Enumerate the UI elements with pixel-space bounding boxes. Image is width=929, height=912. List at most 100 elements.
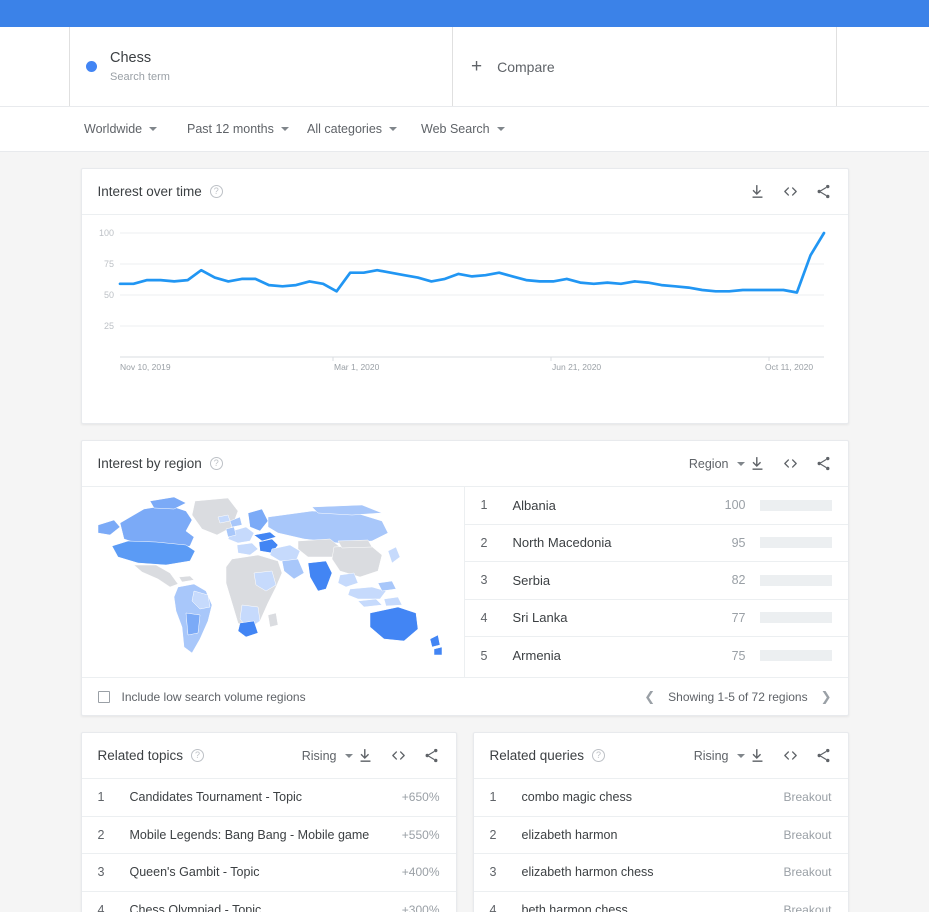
embed-icon[interactable] bbox=[782, 183, 799, 200]
related-topics-card: Related topics ? Rising 1 Candidates Tou… bbox=[80, 732, 457, 912]
compare-label: Compare bbox=[497, 58, 555, 75]
region-rank: 1 bbox=[480, 498, 488, 513]
list-item[interactable]: 2 elizabeth harmon Breakout bbox=[473, 817, 848, 854]
chart-x-axis-labels: Nov 10, 2019 Mar 1, 2020 Jun 21, 2020 Oc… bbox=[120, 362, 813, 372]
search-term-label: Chess bbox=[110, 49, 152, 66]
help-icon[interactable]: ? bbox=[209, 457, 223, 470]
region-value: 82 bbox=[731, 573, 746, 588]
query-name: combo magic chess bbox=[521, 790, 632, 805]
list-item[interactable]: 1 combo magic chess Breakout bbox=[473, 779, 848, 817]
chart-tick-marks bbox=[332, 357, 769, 361]
topic-name: Queen's Gambit - Topic bbox=[129, 865, 260, 880]
region-value: 95 bbox=[731, 535, 746, 550]
help-icon[interactable]: ? bbox=[191, 749, 205, 762]
list-item[interactable]: 2 Mobile Legends: Bang Bang - Mobile gam… bbox=[81, 817, 456, 854]
interest-by-region-title: Interest by region bbox=[97, 456, 202, 471]
query-rank: 3 bbox=[489, 865, 497, 880]
svg-text:50: 50 bbox=[103, 290, 113, 300]
query-growth: Breakout bbox=[783, 902, 832, 912]
list-item[interactable]: 3 elizabeth harmon chess Breakout bbox=[473, 854, 848, 892]
svg-text:25: 25 bbox=[103, 321, 113, 331]
chevron-down-icon bbox=[736, 461, 745, 466]
download-icon[interactable] bbox=[749, 747, 766, 764]
related-queries-selector[interactable]: Rising bbox=[694, 749, 745, 763]
embed-icon[interactable] bbox=[782, 455, 799, 472]
download-icon[interactable] bbox=[749, 183, 766, 200]
chevron-down-icon bbox=[496, 127, 505, 131]
topic-name: Chess Olympiad - Topic bbox=[129, 902, 262, 912]
region-selector-label: Region bbox=[688, 456, 729, 471]
chevron-down-icon bbox=[280, 127, 289, 131]
chevron-down-icon bbox=[344, 753, 353, 758]
filter-location-label: Worldwide bbox=[84, 122, 143, 136]
embed-icon[interactable] bbox=[782, 747, 799, 764]
topic-growth: +300% bbox=[401, 902, 440, 912]
interest-over-time-header: Interest over time ? bbox=[81, 169, 848, 215]
list-item[interactable]: 4 Chess Olympiad - Topic +300% bbox=[82, 892, 456, 912]
search-term-card[interactable]: Chess Search term bbox=[70, 27, 453, 106]
embed-icon[interactable] bbox=[390, 747, 407, 764]
region-name: Serbia bbox=[512, 572, 551, 588]
filter-search-type[interactable]: Web Search bbox=[421, 122, 505, 136]
region-name: North Macedonia bbox=[512, 535, 612, 551]
table-row[interactable]: 1 Albania 100 bbox=[464, 487, 848, 525]
list-item[interactable]: 3 Queen's Gambit - Topic +400% bbox=[81, 854, 456, 892]
query-growth: Breakout bbox=[783, 827, 832, 842]
filter-timerange[interactable]: Past 12 months bbox=[187, 122, 307, 136]
related-topics-title: Related topics bbox=[97, 748, 184, 763]
share-icon[interactable] bbox=[815, 455, 832, 472]
table-row[interactable]: 5 Armenia 75 bbox=[465, 637, 848, 675]
compare-card[interactable]: + Compare bbox=[453, 27, 837, 106]
table-row[interactable]: 2 North Macedonia 95 bbox=[464, 525, 848, 562]
include-low-volume-checkbox[interactable] bbox=[97, 690, 110, 703]
topic-growth: +550% bbox=[401, 827, 440, 842]
region-selector[interactable]: Region bbox=[689, 457, 745, 471]
region-name: Albania bbox=[512, 497, 556, 513]
table-row[interactable]: 4 Sri Lanka 77 bbox=[464, 600, 848, 637]
region-bar bbox=[759, 499, 832, 511]
interest-over-time-chart[interactable]: 100 75 50 25 Nov 10, 2019 Mar 1, 2020 Ju… bbox=[82, 215, 848, 423]
region-bar bbox=[759, 537, 832, 549]
query-rank: 1 bbox=[489, 790, 497, 805]
query-name: elizabeth harmon bbox=[521, 827, 618, 842]
related-topics-header: Related topics ? Rising bbox=[81, 733, 456, 779]
topic-rank: 4 bbox=[97, 902, 105, 912]
table-row[interactable]: 3 Serbia 82 bbox=[464, 562, 848, 600]
filter-category[interactable]: All categories bbox=[307, 122, 421, 136]
region-value: 100 bbox=[724, 498, 746, 513]
region-rank: 3 bbox=[480, 573, 488, 588]
prev-page-icon[interactable]: ❮ bbox=[644, 689, 655, 705]
filter-search-type-label: Web Search bbox=[421, 122, 490, 136]
filter-location[interactable]: Worldwide bbox=[84, 122, 187, 136]
query-name: beth harmon chess bbox=[521, 902, 628, 912]
svg-text:Jun 21, 2020: Jun 21, 2020 bbox=[552, 362, 601, 372]
list-item[interactable]: 1 Candidates Tournament - Topic +650% bbox=[81, 779, 456, 817]
help-icon[interactable]: ? bbox=[592, 749, 606, 762]
topic-growth: +650% bbox=[401, 790, 440, 805]
interest-by-region-footer: Include low search volume regions ❮ Show… bbox=[81, 677, 848, 715]
share-icon[interactable] bbox=[815, 183, 832, 200]
series-color-dot bbox=[86, 61, 97, 72]
related-topics-selector[interactable]: Rising bbox=[302, 749, 353, 763]
include-low-volume-label: Include low search volume regions bbox=[121, 689, 306, 704]
chart-y-axis-labels: 100 75 50 25 bbox=[98, 228, 113, 331]
chevron-down-icon bbox=[149, 127, 158, 131]
world-map[interactable] bbox=[82, 487, 465, 677]
next-page-icon[interactable]: ❯ bbox=[821, 689, 832, 705]
share-icon[interactable] bbox=[423, 747, 440, 764]
download-icon[interactable] bbox=[749, 455, 766, 472]
interest-over-time-card: Interest over time ? 100 75 50 25 Nov 10… bbox=[80, 168, 849, 424]
list-item[interactable]: 4 beth harmon chess Breakout bbox=[474, 892, 848, 912]
topic-name: Mobile Legends: Bang Bang - Mobile game bbox=[129, 827, 370, 842]
query-rank: 2 bbox=[489, 827, 497, 842]
svg-text:Nov 10, 2019: Nov 10, 2019 bbox=[120, 362, 171, 372]
region-list: 1 Albania 100 2 North Macedonia 95 3 Ser… bbox=[464, 487, 848, 677]
share-icon[interactable] bbox=[815, 747, 832, 764]
region-bar bbox=[759, 612, 832, 624]
download-icon[interactable] bbox=[357, 747, 374, 764]
topic-growth: +400% bbox=[401, 865, 440, 880]
help-icon[interactable]: ? bbox=[209, 185, 223, 198]
region-bar bbox=[759, 574, 832, 586]
region-rank: 5 bbox=[480, 648, 488, 663]
chart-gridlines bbox=[119, 232, 824, 358]
